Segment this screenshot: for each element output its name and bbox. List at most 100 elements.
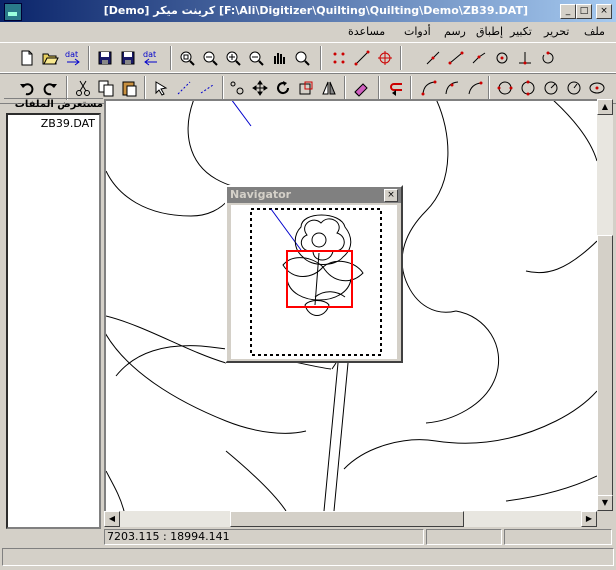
pan-icon[interactable] [268, 47, 290, 69]
maximize-button[interactable]: □ [576, 4, 592, 19]
menu-snap[interactable]: إطباق [476, 25, 503, 38]
petal-curve [425, 310, 500, 424]
dotted-diagonal-icon[interactable] [196, 77, 218, 99]
navigator-window[interactable]: Navigator × [225, 185, 403, 363]
stem-leaf [314, 291, 346, 298]
circle-icon[interactable] [494, 77, 516, 99]
open-folder-icon[interactable] [39, 47, 61, 69]
vertical-scroll-thumb[interactable] [597, 235, 613, 509]
node-edit-icon[interactable] [226, 77, 248, 99]
polyline-icon[interactable] [468, 47, 490, 69]
scroll-up-button[interactable]: ▲ [597, 99, 613, 115]
status-pane [504, 529, 612, 545]
navigator-close-button[interactable]: × [384, 189, 398, 202]
file-browser-panel: مستعرض الملفات ZB39.DAT [4, 98, 103, 529]
cut-icon[interactable] [72, 77, 94, 99]
file-list[interactable]: ZB39.DAT [6, 113, 101, 529]
copy-icon[interactable] [95, 77, 117, 99]
arc-2-icon[interactable] [441, 77, 463, 99]
flower-outline [300, 218, 345, 261]
toolbar-separator [170, 46, 172, 70]
perpendicular-icon[interactable] [514, 47, 536, 69]
vertical-scrollbar[interactable]: ▲ ▼ [597, 99, 613, 511]
leaf-curve [343, 390, 597, 470]
toolbar-separator [222, 76, 224, 100]
rotate-point-icon[interactable] [537, 47, 559, 69]
toolbar-separator [320, 46, 322, 70]
circle-2-icon[interactable] [517, 77, 539, 99]
navigator-title[interactable]: Navigator [227, 187, 401, 203]
coordinates-readout: 7203.115 : 18994.141 [104, 529, 424, 545]
save-as-icon[interactable] [117, 47, 139, 69]
app-icon[interactable] [4, 3, 22, 21]
toolbar-main: dat dat [0, 42, 616, 74]
reverse-icon[interactable] [386, 77, 408, 99]
accent-line [270, 208, 302, 251]
design-border [250, 208, 382, 356]
svg-text:dat: dat [65, 50, 78, 59]
petal-curve [525, 240, 597, 274]
paste-icon[interactable] [118, 77, 140, 99]
line-arrow-icon[interactable] [351, 47, 373, 69]
leaf-curve [505, 475, 597, 502]
zoom-fit-icon[interactable] [199, 47, 221, 69]
toolbar-separator [88, 46, 90, 70]
arc-3-icon[interactable] [464, 77, 486, 99]
toolbar-separator [410, 76, 412, 100]
bottom-status-strip [2, 548, 614, 566]
menu-file[interactable]: ملف [584, 25, 605, 38]
menu-tools[interactable]: أدوات [404, 25, 431, 38]
eraser-icon[interactable] [350, 77, 372, 99]
redo-icon[interactable] [39, 77, 61, 99]
zoom-in-icon[interactable] [222, 47, 244, 69]
rotate-icon[interactable] [272, 77, 294, 99]
circle-point-icon[interactable] [491, 47, 513, 69]
navigator-preview[interactable] [231, 205, 397, 359]
close-button[interactable]: × [596, 4, 612, 19]
navigator-thumbnail [250, 208, 382, 356]
scissors-line-icon[interactable] [422, 47, 444, 69]
toolbar-separator [344, 76, 346, 100]
save-icon[interactable] [94, 47, 116, 69]
menu-draw[interactable]: رسم [444, 25, 466, 38]
toolbar-separator [488, 76, 490, 100]
file-browser-title: مستعرض الملفات [4, 98, 103, 113]
select-arrow-icon[interactable] [150, 77, 172, 99]
scale-icon[interactable] [295, 77, 317, 99]
zoom-previous-icon[interactable] [291, 47, 313, 69]
scroll-right-button[interactable]: ▶ [581, 511, 597, 527]
mirror-icon[interactable] [318, 77, 340, 99]
zoom-window-icon[interactable] [176, 47, 198, 69]
export-dat-icon[interactable]: dat [140, 47, 162, 69]
circle-3-icon[interactable] [540, 77, 562, 99]
ellipse-icon[interactable] [586, 77, 608, 99]
move-icon[interactable] [249, 77, 271, 99]
horizontal-scroll-thumb[interactable] [230, 511, 464, 527]
flower-center [311, 232, 327, 248]
minimize-button[interactable]: _ [560, 4, 576, 19]
window-title: [Demo] كرينت ميكر [F:\Ali\Digitizer\Quil… [103, 4, 528, 17]
target-icon[interactable] [374, 47, 396, 69]
leaf-curve [106, 470, 125, 511]
points-icon[interactable] [328, 47, 350, 69]
flower-bottom [286, 278, 352, 301]
arc-icon[interactable] [418, 77, 440, 99]
menu-edit[interactable]: تحرير [544, 25, 569, 38]
import-dat-icon[interactable]: dat [62, 47, 84, 69]
zoom-out-icon[interactable] [245, 47, 267, 69]
toolbar-separator [400, 46, 402, 70]
file-item[interactable]: ZB39.DAT [41, 117, 95, 130]
scroll-left-button[interactable]: ◀ [104, 511, 120, 527]
scroll-down-button[interactable]: ▼ [597, 495, 613, 511]
horizontal-scrollbar[interactable]: ◀ ▶ [104, 511, 597, 527]
dotted-line-icon[interactable] [173, 77, 195, 99]
new-file-icon[interactable] [16, 47, 38, 69]
menu-zoom[interactable]: تكبير [510, 25, 532, 38]
segment-icon[interactable] [445, 47, 467, 69]
circle-4-icon[interactable] [563, 77, 585, 99]
title-bar: [Demo] كرينت ميكر [F:\Ali\Digitizer\Quil… [0, 0, 616, 22]
leaf-curve [225, 450, 287, 511]
leaf-curve [106, 170, 230, 217]
undo-icon[interactable] [16, 77, 38, 99]
menu-help[interactable]: مساعدة [348, 25, 385, 38]
